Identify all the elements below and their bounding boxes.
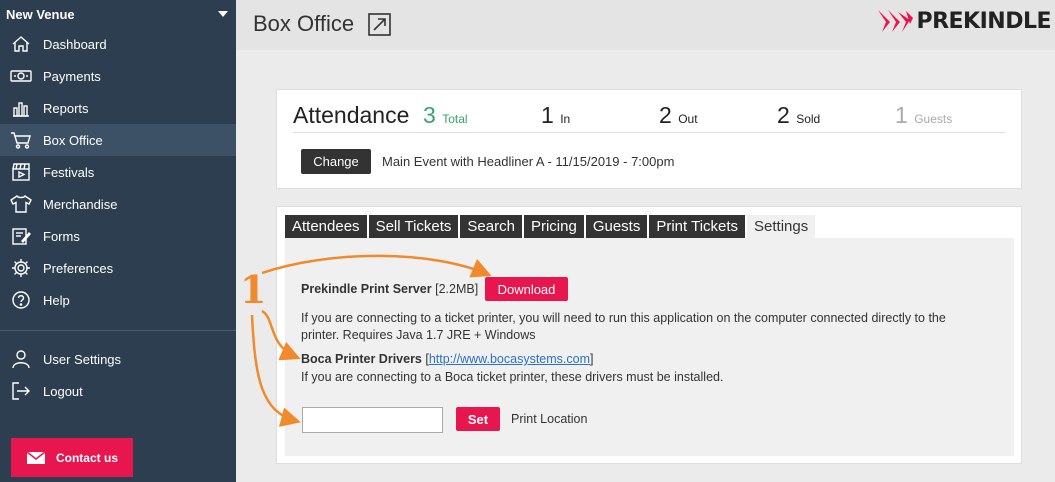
sidebar-item-festivals[interactable]: Festivals [0, 156, 236, 188]
stat-in: 1 In [541, 102, 570, 129]
print-server-desc-1: If you are connecting to a ticket printe… [301, 311, 946, 325]
sidebar-item-box-office[interactable]: Box Office [0, 124, 236, 156]
sidebar-item-label: Dashboard [43, 36, 107, 52]
stat-guests-label: Guests [914, 112, 953, 126]
event-description: Main Event with Headliner A - 11/15/2019… [382, 154, 675, 169]
stat-out-value: 2 [659, 102, 672, 128]
cash-icon [10, 66, 32, 86]
attendance-stats: Attendance 3 Total 1 In 2 Out 2 Sold 1 G… [293, 102, 1005, 133]
sidebar-item-label: Forms [43, 228, 80, 244]
boca-desc: If you are connecting to a Boca ticket p… [301, 370, 724, 384]
attendance-card: Attendance 3 Total 1 In 2 Out 2 Sold 1 G… [276, 89, 1022, 189]
stat-sold-label: Sold [796, 112, 821, 126]
sidebar-item-help[interactable]: Help [0, 284, 236, 316]
sidebar-item-forms[interactable]: Forms [0, 220, 236, 252]
logout-icon [10, 381, 32, 401]
form-icon [10, 226, 32, 246]
sidebar: New Venue Dashboard Payments Reports Box… [0, 0, 236, 482]
page-title: Box Office [253, 11, 355, 36]
sidebar-item-label: Reports [43, 100, 89, 116]
stat-out-label: Out [678, 112, 698, 126]
sidebar-item-label: Box Office [43, 132, 103, 148]
boca-row: Boca Printer Drivers [http://www.bocasys… [301, 352, 594, 366]
print-server-size: [2.2MB] [435, 282, 479, 296]
sidebar-item-label: Preferences [43, 260, 114, 276]
sidebar-account-nav: User Settings Logout [0, 343, 236, 407]
tab-bar: Attendees Sell Tickets Search Pricing Gu… [285, 215, 817, 238]
tab-attendees[interactable]: Attendees [285, 215, 367, 238]
caret-down-icon [218, 11, 228, 17]
stat-out: 2 Out [659, 102, 698, 129]
logo-text: PREKINDLE [916, 8, 1051, 34]
sidebar-nav: Dashboard Payments Reports Box Office Fe… [0, 28, 236, 316]
clapperboard-icon [10, 162, 32, 182]
stat-in-label: In [560, 112, 571, 126]
cart-icon [10, 130, 32, 150]
sidebar-item-reports[interactable]: Reports [0, 92, 236, 124]
stat-total: 3 Total [423, 102, 468, 129]
tshirt-icon [10, 194, 32, 214]
stat-total-label: Total [442, 112, 468, 126]
flame-logo-icon [878, 10, 914, 32]
user-icon [10, 349, 32, 369]
sidebar-item-label: Merchandise [43, 196, 118, 212]
change-event-button[interactable]: Change [301, 149, 371, 174]
page-header: Box Office PREKINDLE [236, 0, 1055, 50]
sidebar-item-preferences[interactable]: Preferences [0, 252, 236, 284]
tab-settings[interactable]: Settings [747, 215, 816, 238]
help-icon [10, 290, 32, 310]
stat-sold-value: 2 [777, 102, 790, 128]
home-icon [10, 34, 32, 54]
sidebar-item-payments[interactable]: Payments [0, 60, 236, 92]
sidebar-item-user-settings[interactable]: User Settings [0, 343, 236, 375]
sidebar-item-label: Payments [43, 68, 101, 84]
sidebar-item-label: Help [43, 292, 70, 308]
stat-sold: 2 Sold [777, 102, 820, 129]
attendance-title: Attendance [293, 102, 410, 128]
sidebar-item-label: Festivals [43, 164, 95, 180]
boca-link[interactable]: http://www.bocasystems.com [429, 352, 590, 366]
sidebar-item-logout[interactable]: Logout [0, 375, 236, 407]
tab-sell-tickets[interactable]: Sell Tickets [368, 215, 459, 238]
external-link-icon[interactable] [368, 13, 391, 36]
tab-print-tickets[interactable]: Print Tickets [649, 215, 746, 238]
stat-guests-value: 1 [895, 102, 908, 128]
stat-guests: 1 Guests [895, 102, 952, 129]
tab-search[interactable]: Search [460, 215, 522, 238]
prekindle-logo: PREKINDLE [876, 8, 1051, 34]
print-server-desc-2: printer. Requires Java 1.7 JRE + Windows [301, 328, 536, 342]
tab-pricing[interactable]: Pricing [523, 215, 584, 238]
envelope-icon [26, 450, 46, 464]
sidebar-divider [0, 330, 236, 331]
annotation-marker: 1 [240, 267, 266, 312]
set-location-button[interactable]: Set [456, 407, 500, 431]
boca-label: Boca Printer Drivers [301, 352, 422, 366]
sidebar-item-label: Logout [43, 383, 83, 399]
venue-selector[interactable]: New Venue [0, 0, 236, 28]
print-location-input[interactable] [302, 407, 443, 433]
bar-chart-icon [10, 98, 32, 118]
download-button[interactable]: Download [485, 277, 568, 301]
sidebar-item-dashboard[interactable]: Dashboard [0, 28, 236, 60]
box-office-panel: Attendees Sell Tickets Search Pricing Gu… [276, 206, 1022, 464]
sidebar-item-merchandise[interactable]: Merchandise [0, 188, 236, 220]
stat-total-value: 3 [423, 102, 436, 128]
contact-us-label: Contact us [55, 450, 118, 465]
venue-name: New Venue [6, 6, 75, 22]
contact-us-button[interactable]: Contact us [11, 438, 133, 477]
print-location-label: Print Location [511, 412, 588, 426]
sidebar-item-label: User Settings [43, 351, 122, 367]
settings-panel: Prekindle Print Server [2.2MB] Download … [285, 238, 1014, 456]
stat-in-value: 1 [541, 102, 554, 128]
print-server-label: Prekindle Print Server [301, 282, 432, 296]
gear-icon [10, 258, 32, 278]
tab-guests[interactable]: Guests [585, 215, 648, 238]
print-server-row: Prekindle Print Server [2.2MB] [301, 282, 478, 296]
